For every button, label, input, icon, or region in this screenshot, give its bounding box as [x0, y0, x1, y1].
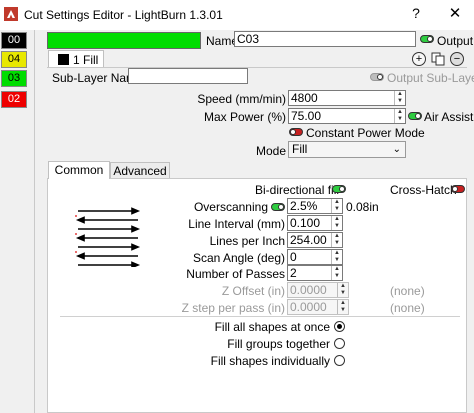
passes-input[interactable]: 2 ▲ ▼ [287, 265, 343, 281]
layer-chip-02[interactable]: 02 [1, 91, 27, 108]
copy-icon[interactable] [431, 52, 445, 66]
lines-per-inch-spinner-arrows[interactable]: ▲ ▼ [331, 233, 342, 247]
line-interval-value: 0.100 [290, 216, 321, 230]
fill-individually-label: Fill shapes individually [210, 354, 330, 368]
remove-icon[interactable]: − [450, 52, 464, 66]
tab-advanced[interactable]: Advanced [110, 162, 170, 179]
z-offset-input: 0.0000 ▲ ▼ [287, 282, 349, 298]
scan-angle-label: Scan Angle (deg) [192, 251, 285, 265]
constant-power-toggle[interactable] [289, 128, 303, 136]
overscanning-toggle[interactable] [271, 203, 285, 211]
overscanning-label: Overscanning [193, 200, 268, 214]
air-assist-toggle[interactable] [408, 112, 422, 120]
sublayer-tab-divider [47, 67, 467, 68]
scan-angle-input[interactable]: 0 ▲ ▼ [287, 249, 343, 265]
speed-value: 4800 [291, 91, 318, 105]
air-assist-label: Air Assist [424, 110, 474, 124]
line-interval-input[interactable]: 0.100 ▲ ▼ [287, 215, 343, 231]
mode-label: Mode [255, 144, 286, 158]
speed-label: Speed (mm/min) [197, 92, 286, 106]
layer-chip-00[interactable]: 00 [1, 32, 27, 49]
layer-chip-04[interactable]: 04 [1, 51, 27, 68]
scan-angle-spinner-arrows[interactable]: ▲ ▼ [331, 250, 342, 264]
chevron-down-icon: ⌄ [392, 144, 401, 155]
max-power-label: Max Power (%) [203, 110, 286, 124]
z-step-label: Z step per pass (in) [181, 301, 285, 315]
z-offset-note: (none) [390, 284, 425, 298]
scan-direction-preview [75, 207, 141, 267]
sublayer-tab-label: 1 Fill [73, 53, 99, 67]
mode-select[interactable]: Fill ⌄ [288, 141, 406, 158]
scan-angle-value: 0 [290, 250, 297, 264]
z-step-spinner-arrows: ▲ ▼ [337, 300, 348, 314]
lines-per-inch-label: Lines per Inch [209, 234, 285, 248]
output-toggle[interactable] [420, 35, 434, 43]
fill-groups-label: Fill groups together [227, 337, 330, 351]
bidirectional-toggle[interactable] [332, 185, 346, 193]
output-sublayer-label: Output Sub-Layer [387, 71, 474, 85]
add-icon[interactable]: + [412, 52, 426, 66]
speed-spinner-arrows[interactable]: ▲ ▼ [394, 91, 405, 105]
overscanning-spinner-arrows[interactable]: ▲ ▼ [331, 199, 342, 213]
line-interval-spinner-arrows[interactable]: ▲ ▼ [331, 216, 342, 230]
constant-power-label: Constant Power Mode [306, 126, 425, 140]
layer-chip-03[interactable]: 03 [1, 70, 27, 87]
overscanning-distance: 0.08in [346, 200, 379, 214]
name-input[interactable] [234, 31, 416, 47]
z-step-value: 0.0000 [290, 300, 327, 314]
z-offset-label: Z Offset (in) [221, 284, 285, 298]
max-power-value: 75.00 [291, 109, 322, 123]
sublayer-color-icon [58, 54, 69, 65]
help-button[interactable]: ? [408, 5, 424, 23]
crosshatch-toggle[interactable] [451, 185, 465, 193]
overscanning-input[interactable]: 2.5% ▲ ▼ [287, 198, 343, 214]
passes-spinner-arrows[interactable]: ▲ ▼ [331, 266, 342, 280]
bidirectional-label: Bi-directional fill [255, 183, 340, 197]
z-offset-value: 0.0000 [290, 283, 327, 297]
fill-all-radio[interactable] [334, 321, 345, 332]
passes-value: 2 [290, 266, 297, 280]
passes-label: Number of Passes [186, 267, 285, 281]
max-power-input[interactable]: 75.00 ▲ ▼ [288, 108, 406, 124]
mode-value: Fill [292, 142, 308, 156]
speed-input[interactable]: 4800 ▲ ▼ [288, 90, 406, 106]
window-title: Cut Settings Editor - LightBurn 1.3.01 [24, 8, 223, 22]
crosshatch-label: Cross-Hatch [390, 183, 457, 197]
sublayer-tab[interactable]: 1 Fill [48, 50, 104, 68]
sublayer-name-input[interactable] [128, 68, 248, 84]
layer-color-swatch[interactable] [47, 32, 201, 49]
fill-individually-radio[interactable] [334, 355, 345, 366]
fill-grouping-divider [60, 316, 460, 317]
line-interval-label: Line Interval (mm) [188, 217, 285, 231]
fill-groups-radio[interactable] [334, 338, 345, 349]
left-panel-divider [34, 30, 35, 413]
lightburn-app-icon [4, 7, 18, 21]
max-power-spinner-arrows[interactable]: ▲ ▼ [394, 109, 405, 123]
close-button[interactable]: ✕ [446, 4, 464, 24]
lines-per-inch-value: 254.00 [290, 233, 327, 247]
z-step-input: 0.0000 ▲ ▼ [287, 299, 349, 315]
z-step-note: (none) [390, 301, 425, 315]
tab-common[interactable]: Common [48, 161, 110, 179]
fill-all-label: Fill all shapes at once [214, 320, 330, 334]
output-sublayer-toggle[interactable] [370, 73, 384, 81]
lines-per-inch-input[interactable]: 254.00 ▲ ▼ [287, 232, 343, 248]
output-label: Output [437, 34, 474, 48]
overscanning-value: 2.5% [290, 199, 318, 213]
z-offset-spinner-arrows: ▲ ▼ [337, 283, 348, 297]
